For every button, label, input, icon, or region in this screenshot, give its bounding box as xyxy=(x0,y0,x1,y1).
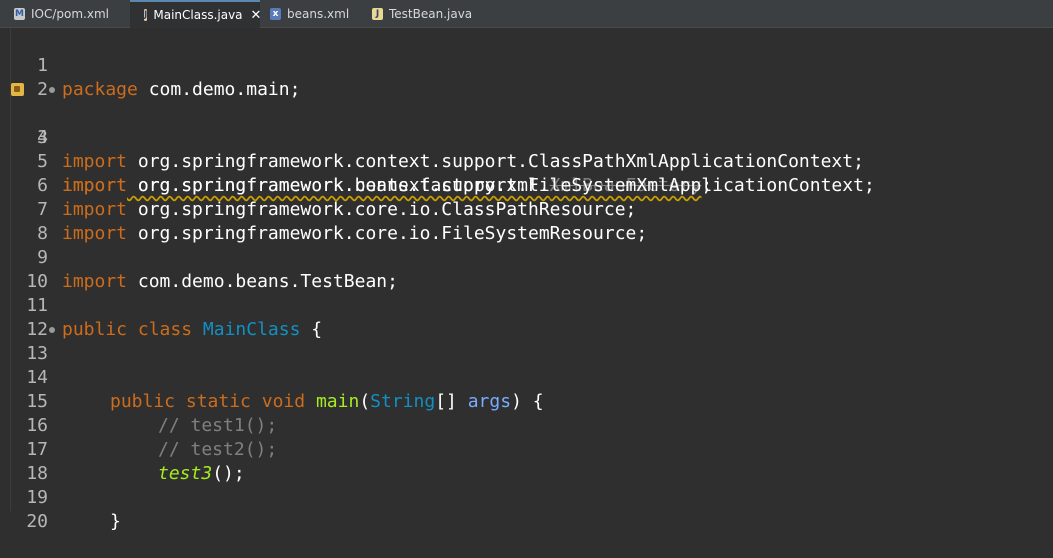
maven-xml-file-icon: M xyxy=(14,8,25,20)
code-line-8[interactable]: 8 xyxy=(0,198,1053,244)
tab-testbean-java[interactable]: J TestBean.java xyxy=(360,0,490,28)
editor-tab-bar: M IOC/pom.xml J MainClass.java ✕ x beans… xyxy=(0,0,1053,28)
code-line-6[interactable]: 6 import org.springframework.core.io.Cla… xyxy=(0,150,1053,220)
code-line-7[interactable]: 7 import org.springframework.core.io.Fil… xyxy=(0,174,1053,244)
code-line-20[interactable]: 20 xyxy=(0,486,1053,532)
tab-label: beans.xml xyxy=(287,7,350,21)
xml-file-icon: x xyxy=(270,8,281,20)
code-line-10[interactable]: 10 xyxy=(0,246,1053,292)
tab-pom-xml[interactable]: M IOC/pom.xml xyxy=(0,0,130,28)
fold-toggle-icon[interactable] xyxy=(49,327,55,333)
code-line-9[interactable]: 9 import com.demo.beans.TestBean; xyxy=(0,222,1053,292)
java-file-icon: J xyxy=(144,9,148,21)
code-line-15[interactable]: 15 // test1(); xyxy=(0,366,1053,436)
code-line-4[interactable]: 4 import org.springframework.context.sup… xyxy=(0,102,1053,172)
code-line-16[interactable]: 16 // test2(); xyxy=(0,390,1053,460)
code-line-17[interactable]: 17 test3(); xyxy=(0,414,1053,484)
warning-marker-icon[interactable] xyxy=(11,83,24,96)
tab-label: IOC/pom.xml xyxy=(31,7,109,21)
code-line-11[interactable]: 11 public class MainClass { xyxy=(0,270,1053,340)
tab-label: MainClass.java xyxy=(153,8,243,22)
tab-mainclass-java[interactable]: J MainClass.java ✕ xyxy=(130,0,261,28)
code-line-12[interactable]: 12 xyxy=(0,294,1053,340)
code-editor[interactable]: 1 package com.demo.main; 2 3 import org.… xyxy=(0,28,1053,532)
tab-label: TestBean.java xyxy=(389,7,473,21)
tab-beans-xml[interactable]: x beans.xml xyxy=(260,0,360,28)
line-number: 20 xyxy=(26,511,48,532)
code-line-14[interactable]: 14 xyxy=(0,342,1053,388)
code-line-1[interactable]: 1 package com.demo.main; xyxy=(0,30,1053,100)
code-line-2[interactable]: 2 xyxy=(0,54,1053,100)
code-line-5[interactable]: 5 import org.springframework.context.sup… xyxy=(0,126,1053,196)
fold-toggle-icon[interactable] xyxy=(49,87,55,93)
java-file-icon: J xyxy=(372,8,383,20)
code-line-19[interactable]: 19 } xyxy=(0,462,1053,532)
code-line-3[interactable]: 3 import org.springframework.beans.facto… xyxy=(0,78,1053,196)
code-line-13[interactable]: 13 public static void main(String[] args… xyxy=(0,318,1053,412)
code-line-18[interactable]: 18 xyxy=(0,438,1053,484)
